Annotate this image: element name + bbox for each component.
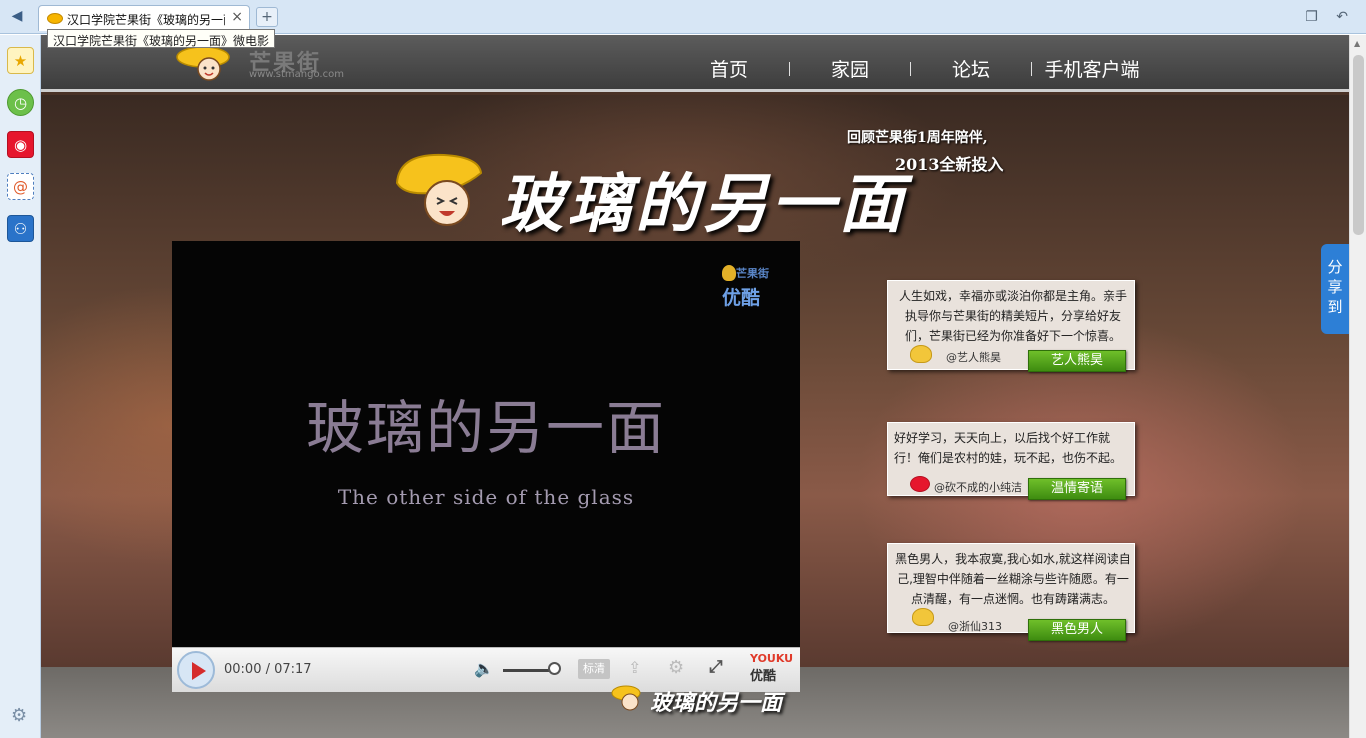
watermark-top-text: 芒果街 [736, 267, 769, 280]
tab-title: 汉口学院芒果街《玻璃的另一面》微电影 [67, 13, 225, 27]
mango-avatar-icon [910, 345, 932, 363]
quote-author: @艺人熊昊 [946, 351, 1001, 364]
quote-author: @浙仙313 [948, 620, 1002, 633]
restore-icon[interactable]: ❐ [1305, 9, 1318, 25]
volume-icon[interactable]: 🔈 [474, 659, 494, 678]
video-title-frame: 玻璃的另一面 [305, 394, 666, 462]
share-label-char: 享 [1327, 278, 1343, 296]
browser-right-controls: ❐ ↶ [1291, 9, 1348, 25]
watermark-bottom-text: 优酷 [722, 287, 761, 309]
favorites-star-icon[interactable]: ★ [7, 47, 34, 74]
video-subtitle-frame: The other side of the glass [337, 485, 635, 509]
video-screen[interactable]: 芒果街 优酷 玻璃的另一面 The other side of the glas… [172, 241, 800, 647]
tab-tooltip: 汉口学院芒果街《玻璃的另一面》微电影 [47, 29, 276, 48]
quote-text: 好好学习，天天向上，以后找个好工作就行！俺们是农村的娃，玩不起，也伤不起。 [894, 431, 1123, 465]
mango-mascot-small-icon [611, 685, 641, 711]
quote-text: 人生如戏，幸福亦或淡泊你都是主角。亲手执导你与芒果街的精美短片，分享给好友们，芒… [898, 289, 1127, 343]
youku-logo-en: YOUKU [750, 652, 794, 665]
footer-title: 玻璃的另一面 [650, 690, 783, 716]
weibo-icon[interactable]: ◉ [7, 131, 34, 158]
nav-home[interactable]: 首页 [669, 55, 789, 83]
card-button-black-man[interactable]: 黑色男人 [1028, 619, 1126, 641]
share-label-char: 分 [1327, 258, 1343, 276]
mail-icon[interactable]: @ [7, 173, 34, 200]
quote-text: 黑色男人，我本寂寞,我心如水,就这样阅读自己,理智中伴随着一丝糊涂与些许随愿。有… [895, 552, 1131, 606]
youku-logo-cn: 优酷 [750, 669, 777, 684]
tab-close-icon[interactable]: × [231, 9, 243, 25]
mango-mascot-logo-icon[interactable] [173, 43, 233, 83]
fullscreen-icon[interactable]: ⤢ [709, 657, 723, 677]
undo-icon[interactable]: ↶ [1336, 9, 1348, 25]
mango-watermark-icon [722, 265, 736, 281]
quote-card: 黑色男人，我本寂寞,我心如水,就这样阅读自己,理智中伴随着一丝糊涂与些许随愿。有… [887, 543, 1135, 641]
mango-mascot-icon [395, 153, 483, 226]
site-logo-url: www.stmango.com [249, 69, 344, 80]
nav-forum[interactable]: 论坛 [911, 55, 1031, 83]
volume-slider-knob[interactable] [548, 662, 561, 675]
mango-avatar-icon [912, 608, 934, 626]
contacts-icon[interactable]: ⚇ [7, 215, 34, 242]
quality-button[interactable]: 标清 [578, 659, 610, 679]
hero-tagline-line1: 回顾芒果街1周年陪伴, [847, 130, 988, 146]
card-button-message[interactable]: 温情寄语 [1028, 478, 1126, 500]
video-watermark: 芒果街 优酷 [722, 265, 784, 313]
back-arrow-icon[interactable]: ◀ [6, 8, 28, 26]
browser-sidebar: ★ ◷ ◉ @ ⚇ ⚙ [0, 35, 41, 738]
time-display: 00:00 / 07:17 [224, 662, 312, 677]
history-clock-icon[interactable]: ◷ [7, 89, 34, 116]
hero-tagline-line2: 2013全新投入 [895, 155, 1004, 174]
share-label-char: 到 [1327, 298, 1343, 316]
play-button[interactable] [177, 651, 215, 689]
site-nav: 首页 家园 论坛 手机客户端 [669, 55, 1152, 83]
settings-gear-icon[interactable]: ⚙ [668, 657, 684, 678]
youku-logo[interactable]: YOUKU 优酷 [750, 652, 794, 684]
quote-card: 人生如戏，幸福亦或淡泊你都是主角。亲手执导你与芒果街的精美短片，分享给好友们，芒… [887, 280, 1135, 372]
weibo-avatar-icon [910, 476, 930, 492]
scroll-up-arrow-icon[interactable]: ▲ [1354, 39, 1360, 48]
nav-mobile-client[interactable]: 手机客户端 [1032, 55, 1152, 83]
card-button-artist[interactable]: 艺人熊昊 [1028, 350, 1126, 372]
share-to-tab[interactable]: 分 享 到 [1321, 244, 1349, 334]
scroll-thumb[interactable] [1353, 55, 1364, 235]
new-tab-button[interactable]: + [256, 7, 278, 27]
web-page: 芒果街 www.stmango.com 首页 家园 论坛 手机客户端 玻璃的另一… [41, 35, 1349, 738]
hero-title: 玻璃的另一面 [499, 167, 907, 242]
nav-community[interactable]: 家园 [790, 55, 910, 83]
quote-card: 好好学习，天天向上，以后找个好工作就行！俺们是农村的娃，玩不起，也伤不起。 @砍… [887, 422, 1135, 500]
mango-favicon-icon [47, 13, 63, 24]
browser-tab-active[interactable]: 汉口学院芒果街《玻璃的另一面》微电影 × [38, 5, 250, 31]
video-player[interactable]: 芒果街 优酷 玻璃的另一面 The other side of the glas… [172, 241, 800, 692]
share-icon[interactable]: ⇪ [628, 658, 641, 677]
quote-author: @砍不成的小纯洁 [934, 481, 1022, 494]
gear-icon[interactable]: ⚙ [11, 705, 27, 726]
page-scrollbar[interactable]: ▲ [1349, 35, 1366, 738]
